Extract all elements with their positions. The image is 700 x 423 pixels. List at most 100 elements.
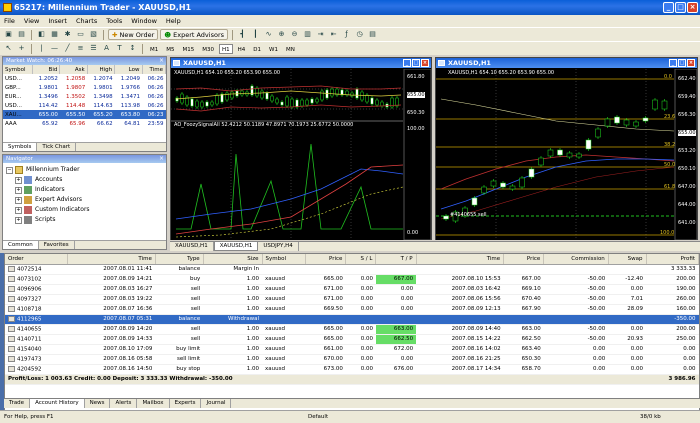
timeframe-m5[interactable]: M5: [163, 44, 177, 54]
tab-symbols[interactable]: Symbols: [3, 143, 38, 151]
close-icon[interactable]: ×: [159, 155, 164, 163]
table-row[interactable]: 4096906 2007.08.03 16:27 sell 1.00 xauusd 671…: [5, 284, 699, 295]
timeframe-m30[interactable]: M30: [199, 44, 217, 54]
market-watch-row[interactable]: USD... 1.2052 1.2058 1.2074 1.2049 06:26: [3, 74, 166, 83]
column-header[interactable]: Order: [5, 254, 69, 265]
terminal-icon[interactable]: ▭: [75, 29, 86, 40]
expand-icon[interactable]: +: [15, 196, 22, 204]
column-header[interactable]: High: [87, 65, 116, 74]
horizontal-line-icon[interactable]: —: [49, 43, 60, 54]
menu-window[interactable]: Window: [131, 17, 157, 25]
expand-icon[interactable]: +: [15, 186, 22, 194]
menu-help[interactable]: Help: [166, 17, 181, 25]
candlestick-icon[interactable]: ┃: [250, 29, 261, 40]
column-header[interactable]: Type: [155, 254, 204, 265]
expand-icon[interactable]: +: [15, 176, 22, 184]
chart-1-canvas[interactable]: [171, 69, 431, 240]
menu-insert[interactable]: Insert: [48, 17, 67, 25]
chart-tab[interactable]: USDJPY,H4: [258, 242, 299, 251]
trendline-icon[interactable]: ╱: [62, 43, 73, 54]
column-header[interactable]: Size: [203, 254, 263, 265]
label-icon[interactable]: T: [114, 43, 125, 54]
channel-icon[interactable]: ≡: [75, 43, 86, 54]
timeframe-m15[interactable]: M15: [180, 44, 198, 54]
periods-icon[interactable]: ◷: [354, 29, 365, 40]
cursor-icon[interactable]: ↖: [3, 43, 14, 54]
column-header[interactable]: T / P: [375, 254, 417, 265]
navigator-item[interactable]: + Custom Indicators: [6, 205, 163, 215]
tab-mailbox[interactable]: Mailbox: [137, 399, 170, 408]
maximize-button[interactable]: □: [675, 2, 686, 13]
timeframe-m1[interactable]: M1: [147, 44, 161, 54]
indicators-list-icon[interactable]: ƒ: [341, 29, 352, 40]
tab-trade[interactable]: Trade: [4, 399, 31, 408]
market-watch-row[interactable]: XAU... 655.00 655.50 655.20 653.80 06:23: [3, 110, 166, 119]
line-chart-icon[interactable]: ∿: [263, 29, 274, 40]
expand-icon[interactable]: +: [15, 216, 22, 224]
table-row[interactable]: 4108718 2007.08.07 16:36 sell 1.00 xauusd 669…: [5, 304, 699, 315]
market-watch-row[interactable]: EUR... 1.3496 1.3502 1.3498 1.3471 06:26: [3, 92, 166, 101]
fibonacci-icon[interactable]: ☰: [88, 43, 99, 54]
table-row[interactable]: 4073102 2007.08.09 14:21 buy 1.00 xauusd 665.…: [5, 274, 699, 285]
market-watch-row[interactable]: GBP... 1.9801 1.9807 1.9801 1.9766 06:26: [3, 83, 166, 92]
templates-icon[interactable]: ▤: [367, 29, 378, 40]
column-header[interactable]: Time: [67, 254, 156, 265]
chart-window-2[interactable]: XAUUSD,H1 _ □ × XAUUSD,H1 654.10 655.20 …: [435, 57, 698, 240]
table-row[interactable]: 4197473 2007.08.16 05:58 sell limit 1.00 xau…: [5, 354, 699, 365]
tab-news[interactable]: News: [85, 399, 111, 408]
window-title-bar[interactable]: 65217: Millennium Trader - XAUUSD,H1 _ □…: [0, 0, 700, 15]
chart-shift-icon[interactable]: ⇤: [328, 29, 339, 40]
column-header[interactable]: Swap: [608, 254, 647, 265]
profiles-icon[interactable]: ▤: [16, 29, 27, 40]
close-icon[interactable]: ×: [159, 57, 164, 65]
table-row[interactable]: 4154040 2007.08.10 17:09 buy limit 1.00 xauu…: [5, 344, 699, 355]
new-order-button[interactable]: ✚ New Order: [108, 29, 159, 40]
menu-tools[interactable]: Tools: [106, 17, 122, 25]
column-header[interactable]: Profit: [646, 254, 700, 265]
chart-title-bar[interactable]: XAUUSD,H1 _ □ ×: [171, 58, 431, 68]
market-watch-row[interactable]: USD... 114.42 114.48 114.63 113.98 06:26: [3, 101, 166, 110]
timeframe-w1[interactable]: W1: [266, 44, 281, 54]
data-window-icon[interactable]: ▦: [49, 29, 60, 40]
chart-window-1[interactable]: XAUUSD,H1 _ □ × XAUUSD,H1 654.10 655.20 …: [170, 57, 432, 240]
column-header[interactable]: Price: [305, 254, 347, 265]
column-header[interactable]: Ask: [59, 65, 88, 74]
text-icon[interactable]: A: [101, 43, 112, 54]
column-header[interactable]: Symbol: [262, 254, 307, 265]
maximize-button[interactable]: □: [678, 59, 686, 67]
timeframe-h1[interactable]: H1: [219, 43, 233, 54]
column-header[interactable]: S / L: [345, 254, 377, 265]
timeframe-h4[interactable]: H4: [235, 44, 249, 54]
market-watch-row[interactable]: AAA 65.92 65.96 66.62 64.81 23:59: [3, 119, 166, 128]
auto-scroll-icon[interactable]: ⇥: [315, 29, 326, 40]
arrows-icon[interactable]: ↕: [127, 43, 138, 54]
timeframe-d1[interactable]: D1: [250, 44, 264, 54]
zoom-in-icon[interactable]: ⊕: [276, 29, 287, 40]
vertical-line-icon[interactable]: |: [36, 43, 47, 54]
tab-tick-chart[interactable]: Tick Chart: [37, 143, 77, 151]
column-header[interactable]: Low: [114, 65, 143, 74]
close-button[interactable]: ×: [687, 2, 698, 13]
tab-alerts[interactable]: Alerts: [110, 399, 138, 408]
navigator-root[interactable]: − Millennium Trader: [6, 165, 163, 175]
minimize-button[interactable]: _: [403, 59, 411, 67]
column-header[interactable]: Symbol: [3, 65, 33, 74]
close-button[interactable]: ×: [687, 59, 695, 67]
table-row[interactable]: 4140711 2007.08.09 14:33 sell 1.00 xauusd 665…: [5, 334, 699, 345]
column-header[interactable]: Time: [142, 65, 167, 74]
tab-journal[interactable]: Journal: [201, 399, 232, 408]
minimize-button[interactable]: _: [669, 59, 677, 67]
bar-chart-icon[interactable]: ┫: [237, 29, 248, 40]
tester-icon[interactable]: ▧: [88, 29, 99, 40]
navigator-item[interactable]: + Indicators: [6, 185, 163, 195]
crosshair-icon[interactable]: +: [16, 43, 27, 54]
menu-view[interactable]: View: [24, 17, 39, 25]
tile-windows-icon[interactable]: ▥: [302, 29, 313, 40]
navigator-item[interactable]: + Scripts: [6, 215, 163, 225]
navigator-icon[interactable]: ✱: [62, 29, 73, 40]
expand-icon[interactable]: +: [15, 206, 22, 214]
new-chart-icon[interactable]: ▣: [3, 29, 14, 40]
timeframe-mn[interactable]: MN: [283, 44, 298, 54]
column-header[interactable]: Commission: [543, 254, 609, 265]
zoom-out-icon[interactable]: ⊖: [289, 29, 300, 40]
